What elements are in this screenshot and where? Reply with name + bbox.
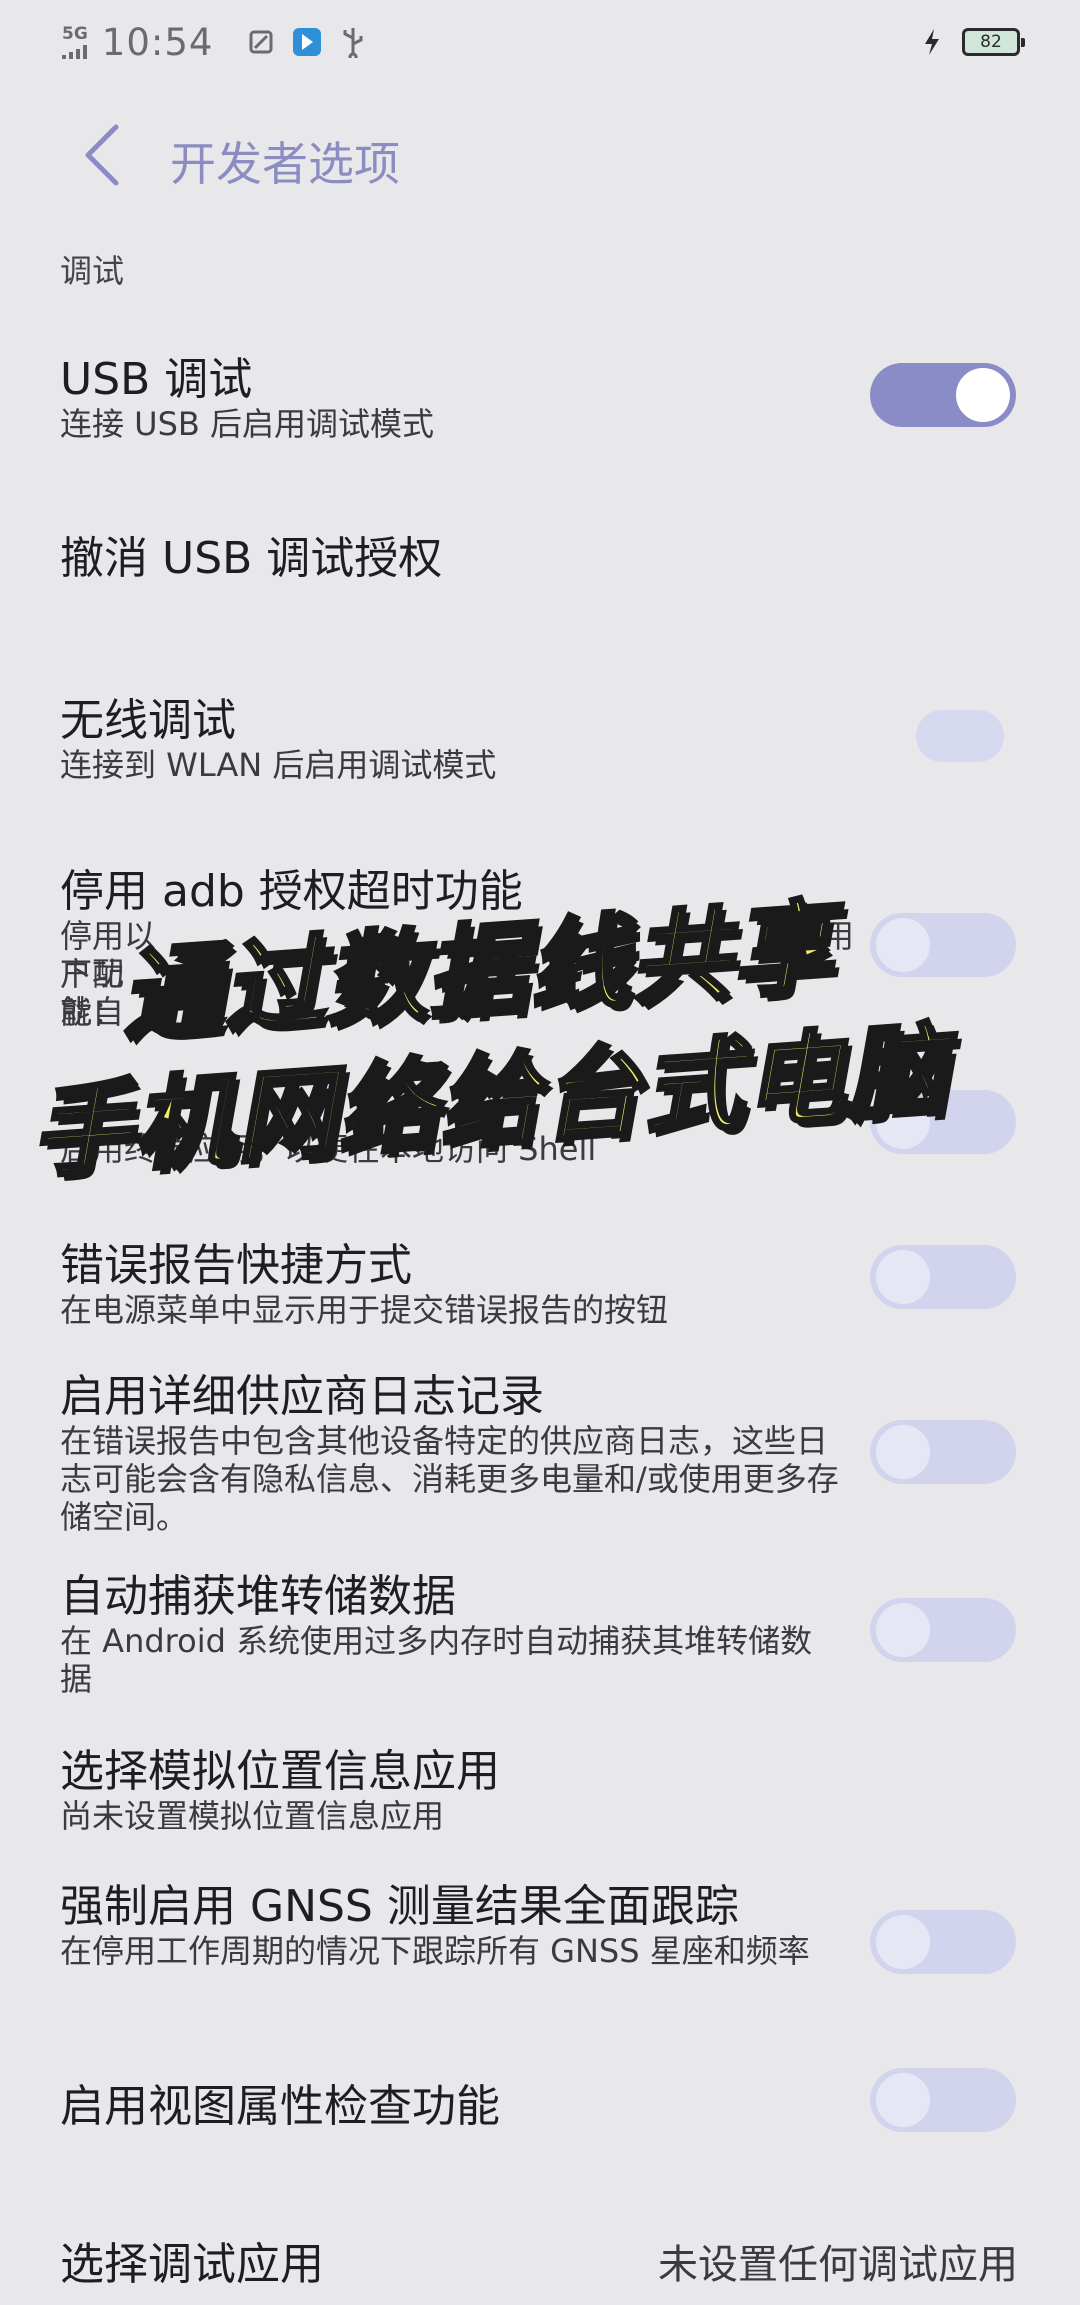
setting-wireless-debugging[interactable]: 无线调试 连接到 WLAN 后启用调试模式 [0,670,1080,790]
setting-title: 自动捕获堆转储数据 [60,1571,456,1622]
setting-title: 选择调试应用 [60,2239,324,2290]
page-title: 开发者选项 [170,137,400,191]
setting-select-debug-app[interactable]: 选择调试应用 未设置任何调试应用 [0,2220,1080,2290]
setting-usb-debugging[interactable]: USB 调试 连接 USB 后启用调试模式 [0,335,1080,455]
adb-timeout-toggle[interactable] [870,913,1016,977]
setting-title: 无线调试 [60,695,236,746]
setting-local-terminal[interactable]: 启用终端应用，以便在本地访问 Shell [0,1080,1080,1180]
setting-title: 停用 adb 授权超时功能 [60,866,523,917]
battery-level: 82 [980,32,1002,52]
toggle-knob [876,1425,930,1479]
setting-bugreport-shortcut[interactable]: 错误报告快捷方式 在电源菜单中显示用于提交错误报告的按钮 [0,1225,1080,1340]
back-button[interactable] [72,122,132,188]
setting-desc: 连接到 WLAN 后启用调试模式 [60,746,497,784]
setting-title: 撤消 USB 调试授权 [60,533,443,584]
network-type: 5G [62,23,88,44]
setting-desc: 启用终端应用，以便在本地访问 Shell [60,1130,597,1168]
setting-desc: 在错误报告中包含其他设备特定的供应商日志，这些日志可能会含有隐私信息、消耗更多电… [60,1422,839,1536]
setting-desc: 连接 USB 后启用调试模式 [60,405,435,443]
setting-desc-fragment: 用 [822,917,855,955]
setting-revoke-usb-auth[interactable]: 撤消 USB 调试授权 [0,510,1080,590]
app-notification-icon [291,26,323,58]
usb-icon [337,26,369,58]
toggle-knob [876,918,930,972]
status-bar-left: 5G 10:54 [62,21,369,64]
setting-auto-heap-dump[interactable]: 自动捕获堆转储数据 在 Android 系统使用过多内存时自动捕获其堆转储数据 [0,1560,1080,1710]
charging-icon [916,26,948,58]
setting-title: 强制启用 GNSS 测量结果全面跟踪 [60,1881,739,1932]
screenshot-icon [245,26,277,58]
setting-value: 未设置任何调试应用 [658,2242,1018,2288]
app-header: 开发者选项 [0,110,1080,200]
back-chevron-icon [85,124,119,186]
setting-title: 启用视图属性检查功能 [60,2081,500,2132]
setting-desc: 在 Android 系统使用过多内存时自动捕获其堆转储数据 [60,1622,813,1698]
local-terminal-toggle[interactable] [870,1090,1016,1154]
setting-force-gnss-tracking[interactable]: 强制启用 GNSS 测量结果全面跟踪 在停用工作周期的情况下跟踪所有 GNSS … [0,1870,1080,2020]
usb-debugging-toggle[interactable] [870,363,1016,427]
setting-desc: 在电源菜单中显示用于提交错误报告的按钮 [60,1291,669,1329]
battery-icon: 82 [962,28,1025,56]
wireless-debugging-toggle[interactable] [916,710,1004,762]
bugreport-shortcut-toggle[interactable] [870,1245,1016,1309]
toggle-knob [876,1915,930,1969]
screen: 5G 10:54 82 开发者选项 调试 USB 调试 连接 USB 后启用调试… [0,0,1080,2305]
status-time: 10:54 [101,20,214,64]
gnss-tracking-toggle[interactable] [870,1910,1016,1974]
toggle-knob [956,368,1010,422]
setting-title: 错误报告快捷方式 [60,1240,412,1291]
toggle-knob [876,1603,930,1657]
toggle-knob [876,2073,930,2127]
heap-dump-toggle[interactable] [870,1598,1016,1662]
setting-mock-location-app[interactable]: 选择模拟位置信息应用 尚未设置模拟位置信息应用 [0,1735,1080,1845]
view-inspection-toggle[interactable] [870,2068,1016,2132]
toggle-knob [876,1250,930,1304]
section-label: 调试 [60,252,125,290]
setting-desc: 尚未设置模拟位置信息应用 [60,1797,445,1835]
setting-desc-line-2: 户配 [60,955,125,993]
setting-disable-adb-timeout[interactable]: 停用 adb 授权超时功能 停用以下功能： 户配 就自 用 [0,845,1080,1031]
setting-view-attribute-inspection[interactable]: 启用视图属性检查功能 [0,2060,1080,2135]
status-bar: 5G 10:54 82 [0,0,1080,84]
setting-title: USB 调试 [60,354,253,405]
setting-verbose-vendor-logging[interactable]: 启用详细供应商日志记录 在错误报告中包含其他设备特定的供应商日志，这些日志可能会… [0,1360,1080,1550]
signal-icon: 5G [62,23,88,59]
vendor-logging-toggle[interactable] [870,1420,1016,1484]
setting-title: 选择模拟位置信息应用 [60,1746,500,1797]
toggle-knob [876,1095,930,1149]
setting-desc: 在停用工作周期的情况下跟踪所有 GNSS 星座和频率 [60,1932,810,1970]
setting-title: 启用详细供应商日志记录 [60,1371,544,1422]
setting-desc-line-3: 就自 [60,993,125,1031]
status-bar-right: 82 [916,26,1025,58]
